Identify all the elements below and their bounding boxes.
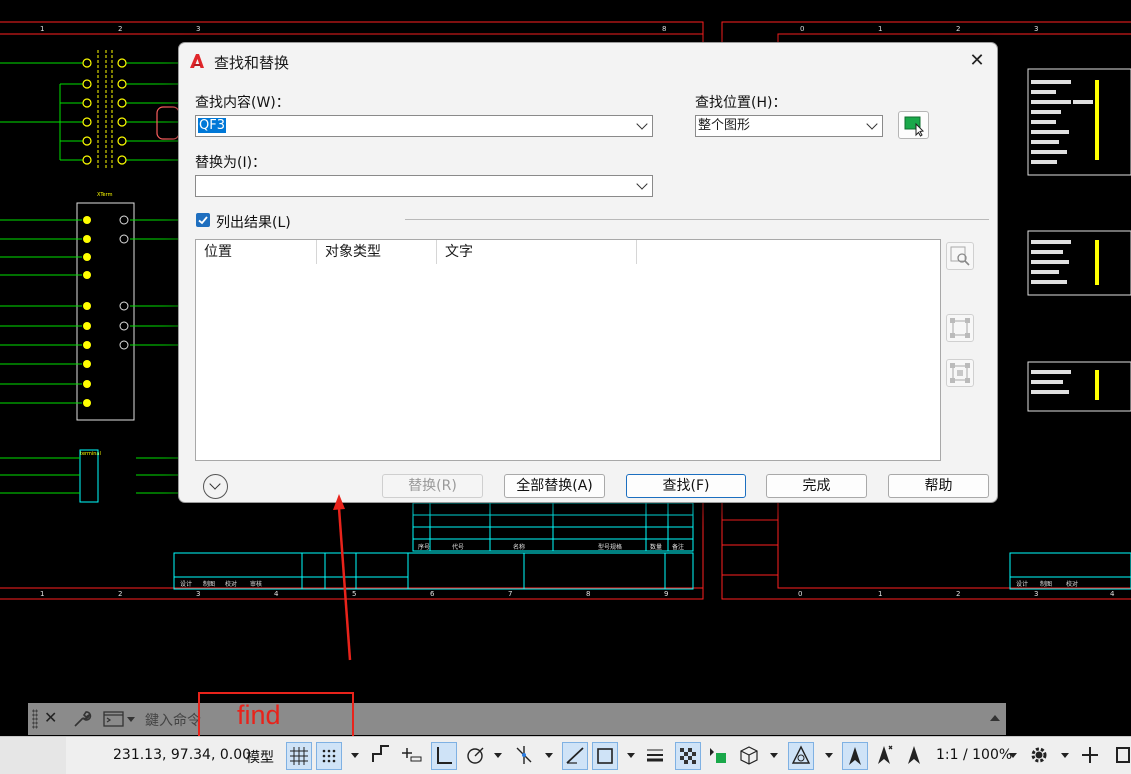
annotation-object-icon [908, 746, 920, 764]
annotation-visibility-toggle[interactable] [842, 742, 868, 770]
annotation-label: find [237, 700, 281, 730]
auto-scale-icon [878, 745, 893, 764]
polar-tracking-icon [467, 747, 484, 764]
chevron-down-icon[interactable] [627, 753, 635, 758]
command-input[interactable]: 鍵入命令 [145, 710, 201, 730]
snap-tracking-icon [566, 747, 584, 764]
polar-tracking-toggle[interactable] [463, 742, 489, 770]
plus-icon [1082, 747, 1098, 763]
chevron-down-icon[interactable] [351, 753, 359, 758]
workspace-switching-button[interactable] [1027, 742, 1053, 770]
chevron-down-icon[interactable] [1061, 753, 1069, 758]
3d-object-snap-toggle[interactable] [737, 742, 763, 770]
ortho-icon [437, 747, 452, 764]
status-bar-left-panel [0, 737, 66, 774]
isolate-objects-button[interactable] [1111, 742, 1131, 770]
transparency-toggle[interactable] [675, 742, 701, 770]
constraint-icon [372, 745, 389, 762]
snap-dots-icon [322, 749, 336, 763]
grid-icon [290, 747, 308, 765]
dynamic-ucs-toggle[interactable] [788, 742, 814, 770]
dynamic-input-icon [402, 748, 422, 762]
ucs-icon [791, 745, 811, 764]
command-history-icon[interactable] [103, 710, 137, 728]
chevron-up-icon[interactable] [990, 715, 1000, 721]
object-snap-icon [597, 748, 613, 764]
infer-constraints-toggle[interactable] [369, 742, 395, 770]
command-line: ✕ 鍵入命令 [28, 703, 1006, 735]
annotation-scale-icon [849, 747, 861, 765]
annotation-scale-readout[interactable]: 1:1 / 100% [936, 747, 1012, 763]
chevron-down-icon[interactable] [825, 753, 833, 758]
chevron-down-icon[interactable] [545, 753, 553, 758]
snap-mode-toggle[interactable] [316, 742, 342, 770]
chevron-down-icon[interactable] [770, 753, 778, 758]
transparency-checker-icon [680, 748, 696, 764]
object-snap-tracking-toggle[interactable] [562, 742, 588, 770]
close-icon[interactable]: ✕ [44, 708, 57, 727]
wrench-icon[interactable] [71, 708, 93, 730]
ortho-mode-toggle[interactable] [431, 742, 457, 770]
isodraft-toggle[interactable] [512, 742, 538, 770]
isometric-icon [516, 746, 532, 764]
chevron-down-icon[interactable] [1009, 753, 1017, 758]
annotation-scale-toggle[interactable] [902, 742, 928, 770]
object-snap-toggle[interactable] [592, 742, 618, 770]
lineweight-icon [647, 749, 663, 762]
customization-button[interactable] [1078, 742, 1104, 770]
chevron-down-icon[interactable] [494, 753, 502, 758]
lineweight-toggle[interactable] [643, 742, 669, 770]
selection-cycling-toggle[interactable] [706, 742, 732, 770]
status-bar: 231.13, 97.34, 0.00 模型 1:1 / 100% [0, 736, 1131, 774]
annotation-arrow [333, 494, 352, 661]
dynamic-input-toggle[interactable] [399, 742, 425, 770]
model-space-button[interactable]: 模型 [246, 747, 274, 767]
coordinates-readout[interactable]: 231.13, 97.34, 0.00 [113, 747, 251, 763]
isolate-icon [1116, 747, 1130, 763]
selection-cycling-icon [710, 748, 726, 763]
command-line-grip[interactable] [32, 709, 38, 729]
3d-box-icon [740, 746, 758, 765]
gear-icon [1031, 747, 1047, 763]
auto-scale-toggle[interactable] [872, 742, 898, 770]
grid-toggle[interactable] [286, 742, 312, 770]
